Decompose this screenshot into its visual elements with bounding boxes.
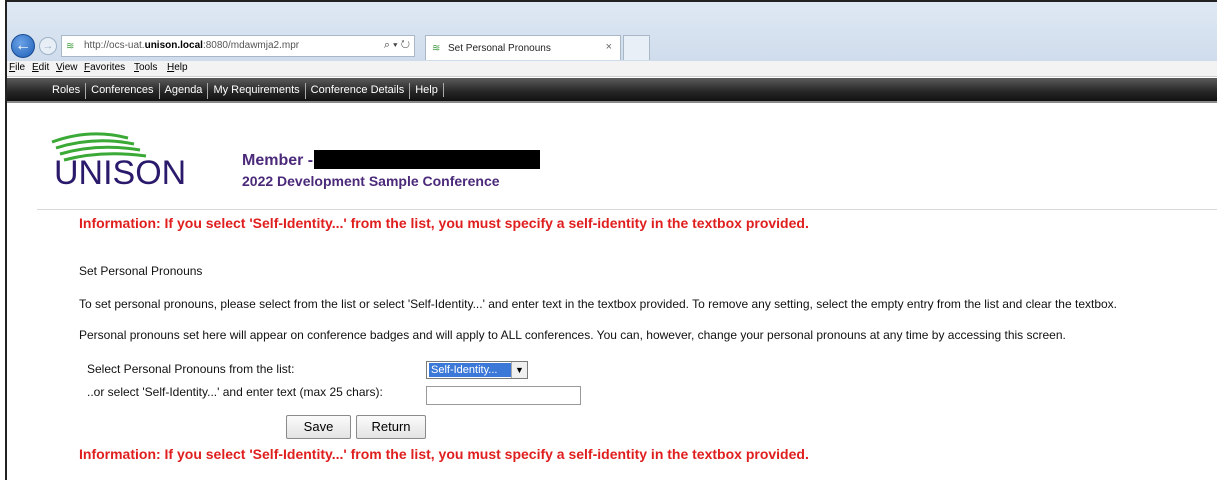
menu-help[interactable]: Help: [167, 62, 188, 73]
address-bar[interactable]: ≋ http://ocs-uat.unison.local:8080/mdawm…: [61, 35, 415, 57]
url-text: http://ocs-uat.unison.local:8080/mdawmja…: [84, 40, 300, 51]
info-message-top: Information: If you select 'Self-Identit…: [79, 215, 809, 231]
menu-edit[interactable]: Edit: [32, 62, 49, 73]
browser-chrome: ← → ≋ http://ocs-uat.unison.local:8080/m…: [7, 2, 1217, 61]
tab-close-icon[interactable]: ×: [606, 41, 612, 53]
nav-help[interactable]: Help: [409, 83, 443, 99]
browser-menubar: File Edit View Favorites Tools Help: [7, 61, 1217, 77]
return-button[interactable]: Return: [356, 415, 426, 439]
chevron-down-icon[interactable]: ▼: [511, 362, 527, 378]
self-identity-label: ..or select 'Self-Identity...' and enter…: [87, 385, 383, 399]
app-nav-bar: Roles Conferences Agenda My Requirements…: [7, 78, 1217, 103]
menu-file[interactable]: File: [9, 62, 25, 73]
instructions-paragraph: To set personal pronouns, please select …: [79, 297, 1118, 311]
header-divider: [37, 209, 1217, 210]
info-message-bottom: Information: If you select 'Self-Identit…: [79, 446, 809, 462]
pronoun-select[interactable]: Self-Identity... ▼: [426, 361, 528, 379]
badges-note-paragraph: Personal pronouns set here will appear o…: [79, 328, 1066, 342]
menu-tools[interactable]: Tools: [134, 62, 157, 73]
nav-divider: [442, 83, 444, 97]
nav-agenda[interactable]: Agenda: [158, 83, 208, 99]
tab-title: Set Personal Pronouns: [448, 43, 551, 54]
unison-logo: UNISON: [50, 132, 190, 194]
nav-conferences[interactable]: Conferences: [85, 83, 158, 99]
tab-favicon-icon: ≋: [432, 43, 441, 54]
page-title: Set Personal Pronouns: [79, 264, 203, 278]
pronoun-select-value: Self-Identity...: [429, 363, 511, 377]
nav-my-requirements[interactable]: My Requirements: [207, 83, 304, 99]
menu-view[interactable]: View: [56, 62, 78, 73]
redacted-member-name: [314, 150, 540, 169]
back-arrow-icon[interactable]: ←: [11, 34, 35, 58]
menu-favorites[interactable]: Favorites: [84, 62, 125, 73]
logo-text: UNISON: [54, 154, 187, 192]
member-label: Member -: [242, 152, 314, 169]
save-button[interactable]: Save: [286, 415, 351, 439]
self-identity-input[interactable]: [426, 386, 581, 405]
new-tab-button[interactable]: [623, 35, 650, 60]
search-refresh-icon[interactable]: ⌕ ▾ ↻: [384, 39, 410, 52]
forward-arrow-icon[interactable]: →: [39, 37, 57, 55]
site-favicon-icon: ≋: [66, 41, 75, 52]
conference-name: 2022 Development Sample Conference: [242, 173, 500, 189]
browser-tab[interactable]: ≋ Set Personal Pronouns ×: [425, 35, 621, 60]
nav-roles[interactable]: Roles: [47, 83, 85, 99]
nav-conference-details[interactable]: Conference Details: [304, 83, 410, 99]
pronoun-select-label: Select Personal Pronouns from the list:: [87, 362, 295, 376]
